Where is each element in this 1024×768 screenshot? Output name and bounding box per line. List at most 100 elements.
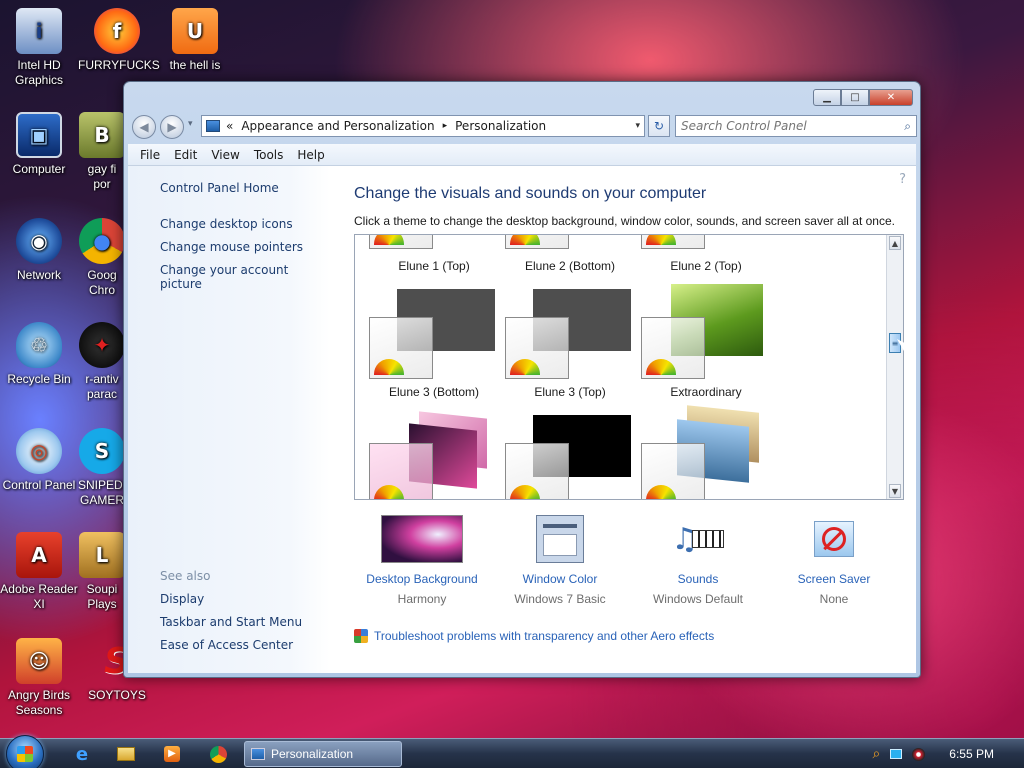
display-tray-icon[interactable] bbox=[890, 749, 903, 759]
menu-view[interactable]: View bbox=[211, 148, 239, 162]
sounds-setting[interactable]: ♫ Sounds Windows Default bbox=[630, 514, 766, 607]
desktop-icon-recycle-bin[interactable]: ♲ Recycle Bin bbox=[0, 322, 78, 387]
theme-landscape-stack[interactable] bbox=[641, 405, 771, 499]
theme-scrollbar[interactable]: ▲ ≡ ▼ bbox=[886, 235, 903, 499]
theme-black[interactable] bbox=[505, 415, 635, 499]
folder-icon[interactable] bbox=[106, 742, 146, 766]
personalization-window: ▁ □ ✕ ◀ ▶ ▾ « Appearance and Personaliza… bbox=[123, 81, 921, 678]
breadcrumb-separator[interactable]: ▸ bbox=[443, 121, 448, 131]
search-input[interactable] bbox=[676, 119, 886, 133]
media-player-icon[interactable]: ▶ bbox=[152, 742, 192, 766]
navigation-bar: ◀ ▶ ▾ « Appearance and Personalization ▸… bbox=[132, 113, 917, 139]
screen-saver-setting[interactable]: Screen Saver None bbox=[766, 514, 902, 606]
desktop-icon-control-panel[interactable]: ◎ Control Panel bbox=[0, 428, 78, 493]
breadcrumb-appearance[interactable]: Appearance and Personalization bbox=[241, 119, 434, 133]
main-panel: ? Change the visuals and sounds on your … bbox=[330, 166, 916, 673]
search-box: ⌕ bbox=[675, 115, 917, 137]
see-also-heading: See also bbox=[160, 569, 211, 583]
desktop-icon-google-chrome[interactable]: ● Goog Chro bbox=[78, 218, 126, 298]
theme-settings-row: Desktop Background Harmony Window Color … bbox=[354, 514, 904, 610]
theme-label: Elune 2 (Bottom) bbox=[524, 259, 616, 273]
desktop-icon-angry-birds[interactable]: ☺ Angry Birds Seasons bbox=[0, 638, 78, 718]
display-link[interactable]: Display bbox=[160, 592, 204, 606]
angry-birds-icon: ☺ bbox=[16, 638, 62, 684]
refresh-button[interactable]: ↻ bbox=[648, 115, 670, 137]
media-tray-icon[interactable] bbox=[912, 747, 926, 761]
change-mouse-pointers-link[interactable]: Change mouse pointers bbox=[160, 240, 303, 254]
chrome-icon[interactable] bbox=[198, 742, 238, 766]
setting-value: Harmony bbox=[397, 592, 447, 606]
desktop-icon-label: Intel HD Graphics bbox=[14, 58, 64, 87]
breadcrumb-overflow[interactable]: « bbox=[226, 119, 233, 133]
clock[interactable]: 6:55 PM bbox=[949, 747, 994, 761]
menu-file[interactable]: File bbox=[140, 148, 160, 162]
address-bar[interactable]: « Appearance and Personalization ▸ Perso… bbox=[201, 115, 645, 137]
desktop-icon-label: SNIPED! GAMER bbox=[78, 478, 126, 507]
address-dropdown-icon[interactable]: ▾ bbox=[635, 121, 640, 131]
start-button[interactable] bbox=[6, 735, 44, 768]
forward-button[interactable]: ▶ bbox=[160, 115, 184, 139]
taskbar-item-label: Personalization bbox=[271, 747, 354, 761]
desktop-icon-soupi-plays[interactable]: L Soupi Plays bbox=[78, 532, 126, 612]
menu-edit[interactable]: Edit bbox=[174, 148, 197, 162]
window-content: Control Panel Home Change desktop icons … bbox=[128, 166, 916, 673]
theme-elune-3-top[interactable]: Elune 3 (Top) bbox=[505, 289, 635, 419]
control-panel-icon bbox=[251, 748, 265, 760]
theme-preview bbox=[505, 235, 569, 249]
desktop-icon-game[interactable]: B gay fi por bbox=[78, 112, 126, 192]
skype-icon: S bbox=[79, 428, 125, 474]
control-panel-icon bbox=[206, 120, 220, 132]
desktop-icon-adobe-reader[interactable]: A Adobe Reader XI bbox=[0, 532, 78, 612]
menu-bar: File Edit View Tools Help bbox=[128, 144, 916, 166]
desktop-icon-network[interactable]: ◉ Network bbox=[0, 218, 78, 283]
setting-name: Desktop Background bbox=[366, 572, 478, 586]
theme-preview bbox=[369, 235, 433, 249]
taskbar-item-personalization[interactable]: Personalization bbox=[244, 741, 402, 767]
desktop-icon-intel-hd-graphics[interactable]: i Intel HD Graphics bbox=[0, 8, 78, 88]
theme-pink-stack[interactable] bbox=[369, 411, 499, 499]
change-account-picture-link[interactable]: Change your account picture bbox=[160, 263, 330, 291]
close-button[interactable]: ✕ bbox=[869, 89, 913, 106]
adobe-reader-icon: A bbox=[16, 532, 62, 578]
theme-gallery: Elune 1 (Top) Elune 2 (Bottom) Elune 2 (… bbox=[354, 234, 904, 500]
theme-extraordinary[interactable]: Extraordinary bbox=[641, 284, 771, 419]
internet-explorer-icon[interactable]: e bbox=[62, 742, 102, 766]
search-icon[interactable]: ⌕ bbox=[904, 119, 911, 134]
back-button[interactable]: ◀ bbox=[132, 115, 156, 139]
desktop-icon-label: SOYTOYS bbox=[88, 688, 146, 702]
theme-preview bbox=[369, 317, 433, 379]
desktop-icon-antivirus[interactable]: ✦ r-antiv parac bbox=[78, 322, 126, 402]
desktop-icon-computer[interactable]: ▣ Computer bbox=[0, 112, 78, 177]
recent-pages-dropdown[interactable]: ▾ bbox=[188, 119, 193, 129]
menu-help[interactable]: Help bbox=[297, 148, 324, 162]
control-panel-home-link[interactable]: Control Panel Home bbox=[160, 181, 279, 195]
desktop-background-setting[interactable]: Desktop Background Harmony bbox=[354, 514, 490, 606]
desktop-icon-firefox[interactable]: f FURRYFUCKS bbox=[78, 8, 160, 73]
scroll-down-button[interactable]: ▼ bbox=[889, 484, 901, 498]
troubleshoot-link[interactable]: Troubleshoot problems with transparency … bbox=[354, 629, 714, 643]
change-desktop-icons-link[interactable]: Change desktop icons bbox=[160, 217, 293, 231]
screen-saver-icon bbox=[793, 514, 875, 564]
menu-tools[interactable]: Tools bbox=[254, 148, 284, 162]
help-icon[interactable]: ? bbox=[899, 172, 906, 187]
breadcrumb-personalization[interactable]: Personalization bbox=[455, 119, 546, 133]
desktop-icon-label: Control Panel bbox=[2, 478, 76, 492]
ease-of-access-link[interactable]: Ease of Access Center bbox=[160, 638, 293, 652]
window-color-setting[interactable]: Window Color Windows 7 Basic bbox=[492, 514, 628, 606]
window-controls: ▁ □ ✕ bbox=[813, 89, 913, 106]
desktop-icon-label: the hell is bbox=[169, 58, 221, 72]
desktop-background-icon bbox=[381, 514, 463, 564]
network-icon: ◉ bbox=[16, 218, 62, 264]
theme-elune-3-bottom[interactable]: Elune 3 (Bottom) bbox=[369, 289, 499, 419]
maximize-button[interactable]: □ bbox=[841, 89, 869, 106]
antivirus-icon: ✦ bbox=[79, 322, 125, 368]
scroll-up-button[interactable]: ▲ bbox=[889, 236, 901, 250]
taskbar-start-menu-link[interactable]: Taskbar and Start Menu bbox=[160, 615, 302, 629]
color-fan-icon bbox=[646, 359, 676, 375]
desktop-icon-uc-browser[interactable]: U the hell is bbox=[156, 8, 234, 73]
computer-icon: ▣ bbox=[16, 112, 62, 158]
search-tray-icon[interactable]: ⌕ bbox=[872, 746, 880, 762]
desktop-icon-skype[interactable]: S SNIPED! GAMER bbox=[78, 428, 126, 508]
firefox-icon: f bbox=[94, 8, 140, 54]
minimize-button[interactable]: ▁ bbox=[813, 89, 841, 106]
